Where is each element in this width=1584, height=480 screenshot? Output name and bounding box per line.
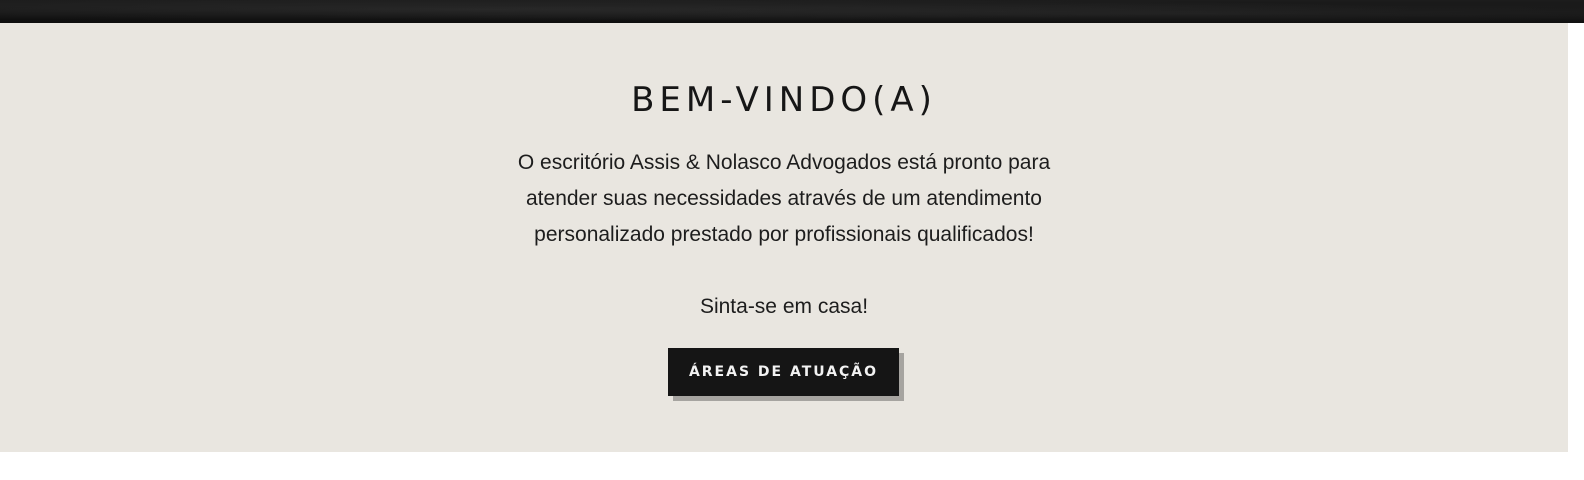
page-scrollbar[interactable]: [1568, 23, 1584, 452]
welcome-tagline: Sinta-se em casa!: [699, 295, 869, 318]
welcome-description: O escritório Assis & Nolasco Advogados e…: [517, 151, 1051, 246]
welcome-title: BEM-VINDO(A): [631, 80, 937, 120]
top-banner-image: [0, 0, 1584, 23]
areas-de-atuacao-button[interactable]: ÁREAS DE ATUAÇÃO: [668, 348, 899, 396]
bottom-strip: [0, 452, 1568, 480]
